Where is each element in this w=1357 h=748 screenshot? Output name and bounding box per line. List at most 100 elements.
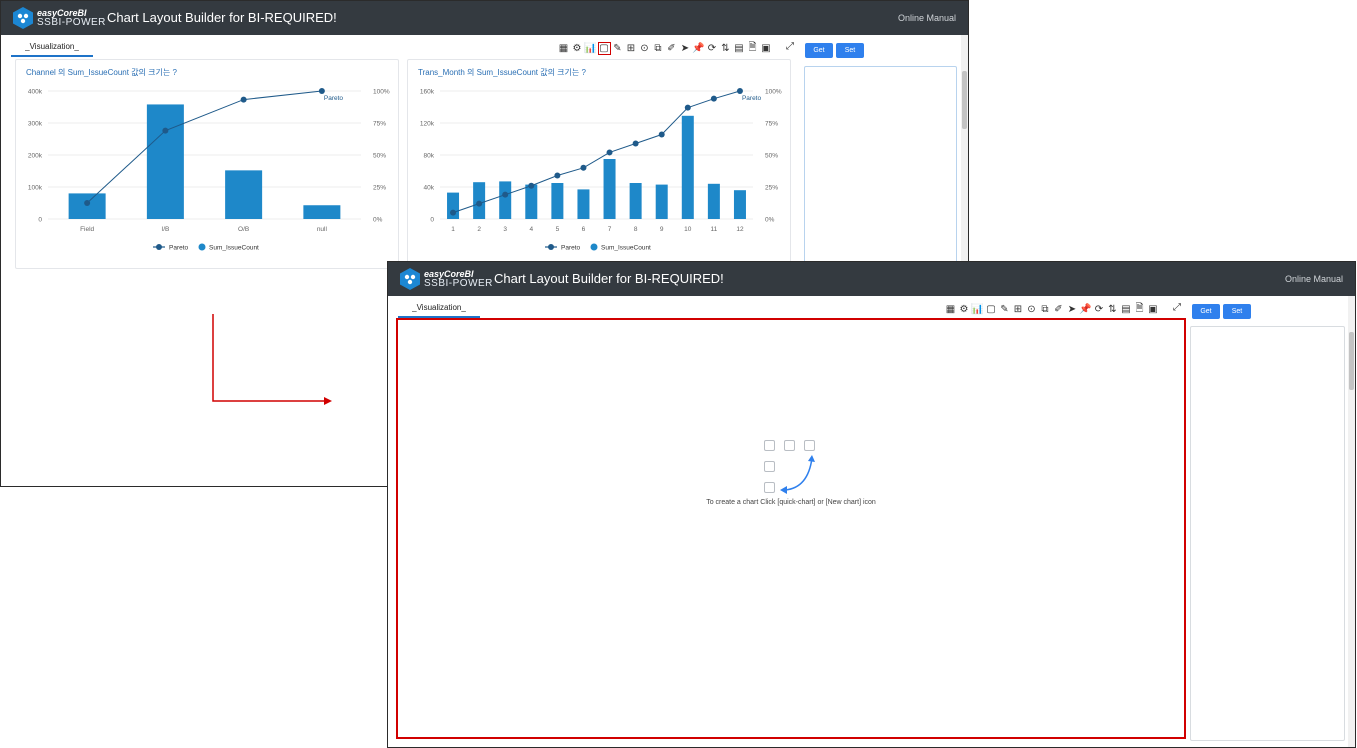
- edit-icon[interactable]: ✎: [998, 303, 1011, 316]
- excel-icon[interactable]: 🗎: [1133, 303, 1146, 316]
- y2-tick-label: 0%: [765, 217, 775, 224]
- grid-cell: [784, 440, 795, 451]
- plus-square-icon[interactable]: ⊞: [1012, 303, 1025, 316]
- y2-tick-label: 25%: [765, 185, 778, 192]
- x-tick-label: 12: [736, 226, 744, 233]
- y-tick-label: 300k: [28, 121, 43, 128]
- get-button[interactable]: Get: [805, 43, 833, 58]
- x-tick-label: 8: [634, 226, 638, 233]
- pareto-point-null: [318, 88, 325, 94]
- online-manual-link[interactable]: Online Manual: [1285, 274, 1343, 284]
- calculator-icon[interactable]: ▤: [1120, 303, 1133, 316]
- scrollbar-thumb[interactable]: [1349, 332, 1354, 390]
- sort-icon[interactable]: ⇅: [1106, 303, 1119, 316]
- x-tick-label: null: [317, 226, 328, 233]
- x-tick-label: 5: [556, 226, 560, 233]
- refresh-icon[interactable]: ⟳: [706, 42, 719, 55]
- copy-icon[interactable]: ⧉: [1039, 303, 1052, 316]
- y-tick-label: 0: [430, 217, 434, 224]
- edit-icon[interactable]: ✎: [611, 42, 624, 55]
- online-manual-link[interactable]: Online Manual: [898, 13, 956, 23]
- bar-chart-icon[interactable]: 📊: [971, 303, 984, 316]
- y2-tick-label: 25%: [373, 185, 386, 192]
- new-chart-icon[interactable]: ▢: [985, 303, 998, 316]
- tab-visualization[interactable]: _Visualization_: [11, 42, 93, 57]
- bar-5: [551, 183, 564, 219]
- attach-icon[interactable]: ✐: [1052, 303, 1065, 316]
- x-tick-label: O/B: [238, 226, 249, 233]
- excel-icon[interactable]: 🗎: [746, 42, 759, 55]
- y-tick-label: 400k: [28, 89, 43, 96]
- side-panel[interactable]: [1190, 326, 1345, 741]
- y-tick-label: 120k: [420, 121, 435, 128]
- set-button[interactable]: Set: [836, 43, 864, 58]
- app-header: easyCoreBI SSBI-POWER Chart Layout Build…: [388, 262, 1355, 296]
- toolbar: ▦ ⚙ 📊 ▢ ✎ ⊞ ⊙ ⧉ ✐ ➤ 📌 ⟳ ⇅ ▤ 🗎 ▣: [944, 302, 1160, 316]
- camera-icon[interactable]: ▣: [1147, 303, 1160, 316]
- pin-icon[interactable]: 📌: [692, 42, 705, 55]
- refresh-icon[interactable]: ⟳: [1093, 303, 1106, 316]
- send-icon[interactable]: ➤: [1066, 303, 1079, 316]
- pareto-point-I/B: [162, 127, 169, 134]
- empty-state-message: To create a chart Click [quick-chart] or…: [706, 499, 876, 506]
- expand-icon[interactable]: ⤢: [1173, 302, 1181, 313]
- chart-card-channel[interactable]: Channel 의 Sum_IssueCount 값의 크기는 ? 0 100k 2…: [15, 59, 399, 269]
- x-tick-label: Field: [80, 226, 94, 233]
- target-icon[interactable]: ⊙: [638, 42, 651, 55]
- sort-icon[interactable]: ⇅: [719, 42, 732, 55]
- bar-9: [655, 184, 668, 219]
- y2-tick-label: 75%: [373, 121, 386, 128]
- y-tick-label: 0: [38, 217, 42, 224]
- attach-icon[interactable]: ✐: [665, 42, 678, 55]
- pareto-point-4: [528, 182, 535, 189]
- bar-null: [303, 205, 341, 219]
- camera-icon[interactable]: ▣: [760, 42, 773, 55]
- chart-workspace[interactable]: To create a chart Click [quick-chart] or…: [396, 318, 1186, 739]
- bar-4: [525, 184, 538, 219]
- settings-icon[interactable]: ⚙: [571, 42, 584, 55]
- curved-arrow-icon: [780, 455, 815, 494]
- expand-icon[interactable]: ⤢: [786, 41, 794, 52]
- channel-pareto-chart: 0 100k 200k 300k 400k 0% 25% 50% 75% 100% Field I/B…: [28, 88, 390, 252]
- pareto-point-6: [580, 164, 587, 171]
- legend-pareto-label: Pareto: [561, 245, 581, 252]
- set-button[interactable]: Set: [1223, 304, 1251, 319]
- pin-icon[interactable]: 📌: [1079, 303, 1092, 316]
- get-button[interactable]: Get: [1192, 304, 1220, 319]
- grid-cell: [764, 482, 775, 493]
- settings-icon[interactable]: ⚙: [958, 303, 971, 316]
- app-logo[interactable]: easyCoreBI SSBI-POWER: [11, 6, 105, 30]
- bar-Field: [68, 193, 106, 219]
- legend-bar-label: Sum_IssueCount: [601, 245, 651, 252]
- x-tick-label: 6: [582, 226, 586, 233]
- bar-3: [499, 181, 512, 219]
- x-tick-label: 4: [529, 226, 533, 233]
- send-icon[interactable]: ➤: [679, 42, 692, 55]
- bar-chart-icon[interactable]: 📊: [584, 42, 597, 55]
- calculator-icon[interactable]: ▤: [733, 42, 746, 55]
- bar-8: [629, 183, 642, 219]
- empty-layout-icon: [764, 440, 822, 498]
- toolbar: ▦ ⚙ 📊 ▢ ✎ ⊞ ⊙ ⧉ ✐ ➤ 📌 ⟳ ⇅ ▤ 🗎 ▣: [557, 41, 773, 55]
- tab-visualization[interactable]: _Visualization_: [398, 303, 480, 318]
- scrollbar-thumb[interactable]: [962, 71, 967, 129]
- copy-icon[interactable]: ⧉: [652, 42, 665, 55]
- plus-square-icon[interactable]: ⊞: [625, 42, 638, 55]
- pareto-point-Field: [84, 200, 91, 206]
- logo-hexagon-icon: [13, 7, 33, 29]
- target-icon[interactable]: ⊙: [1025, 303, 1038, 316]
- bar-O/B: [225, 170, 263, 219]
- new-chart-icon[interactable]: ▢: [597, 41, 611, 55]
- y-tick-label: 160k: [420, 89, 435, 96]
- app-logo[interactable]: easyCoreBI SSBI-POWER: [398, 267, 492, 291]
- table-icon[interactable]: ▦: [557, 42, 570, 55]
- logo-hexagon-icon: [400, 268, 420, 290]
- scrollbar-track[interactable]: [1348, 296, 1355, 747]
- chart-card-trans-month[interactable]: Trans_Month 의 Sum_IssueCount 값의 크기는 ? 04…: [407, 59, 791, 269]
- table-icon[interactable]: ▦: [944, 303, 957, 316]
- grid-cell: [764, 440, 775, 451]
- pareto-point-9: [658, 131, 665, 138]
- x-tick-label: 1: [451, 226, 455, 233]
- pareto-point-O/B: [240, 96, 247, 103]
- legend-bar-marker: [590, 243, 598, 251]
